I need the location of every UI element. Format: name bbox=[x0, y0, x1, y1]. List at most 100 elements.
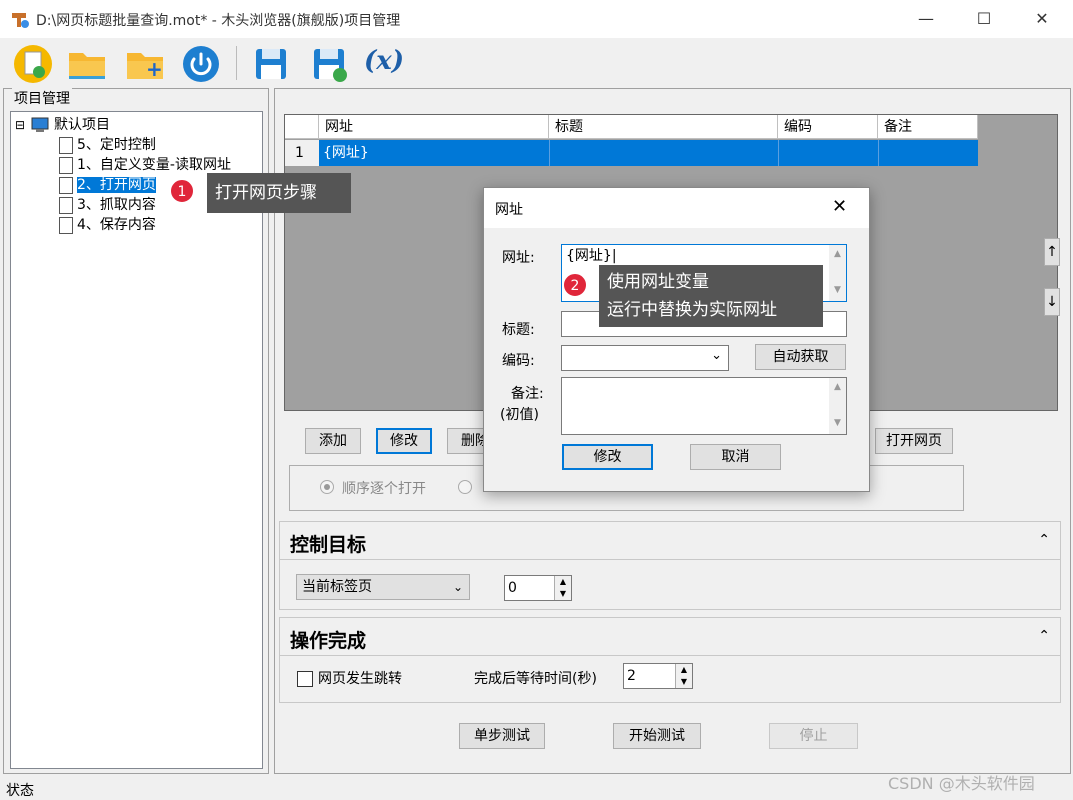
annotation-badge: 1 bbox=[170, 179, 194, 203]
modify-button[interactable]: 修改 bbox=[376, 428, 432, 454]
tree-item-label: 4、保存内容 bbox=[77, 217, 156, 233]
wait-time-spinner[interactable]: 2 ▲ ▼ bbox=[623, 663, 693, 689]
spin-down-icon[interactable]: ▼ bbox=[554, 588, 571, 600]
radio-sequential-label: 顺序逐个打开 bbox=[342, 481, 426, 497]
open-page-button[interactable]: 打开网页 bbox=[875, 428, 953, 454]
add-folder-icon[interactable]: + bbox=[124, 43, 166, 85]
dialog-modify-button[interactable]: 修改 bbox=[562, 444, 653, 470]
status-text: 状态 bbox=[6, 783, 34, 799]
dialog-title: 网址 bbox=[495, 202, 523, 218]
encoding-select[interactable]: ⌄ bbox=[561, 345, 729, 371]
new-file-icon[interactable] bbox=[12, 43, 54, 85]
collapse-chevron-icon[interactable]: ⌃ bbox=[1038, 628, 1050, 644]
document-icon bbox=[59, 216, 73, 234]
open-folder-icon[interactable] bbox=[66, 43, 108, 85]
collapse-chevron-icon[interactable]: ⌃ bbox=[1038, 532, 1050, 548]
note-label: 备注: bbox=[511, 386, 544, 402]
page-jump-checkbox[interactable] bbox=[297, 671, 313, 687]
tree-item-label: 3、抓取内容 bbox=[77, 197, 156, 213]
url-field-value: {网址}| bbox=[566, 248, 617, 264]
section-header[interactable]: 操作完成 ⌃ bbox=[280, 618, 1060, 656]
tree-item-label: 5、定时控制 bbox=[77, 137, 156, 153]
auto-fetch-button[interactable]: 自动获取 bbox=[755, 344, 846, 370]
start-test-button[interactable]: 开始测试 bbox=[613, 723, 701, 749]
table-row[interactable]: {网址} bbox=[319, 140, 978, 166]
section-title: 操作完成 bbox=[290, 630, 367, 652]
power-icon[interactable] bbox=[180, 43, 222, 85]
grid-header-title[interactable]: 标题 bbox=[549, 115, 778, 139]
move-down-button[interactable]: ↓ bbox=[1044, 288, 1060, 316]
document-icon bbox=[59, 136, 73, 154]
window-title: D:\网页标题批量查询.mot* - 木头浏览器(旗舰版)项目管理 bbox=[36, 13, 401, 29]
grid-line bbox=[549, 140, 550, 166]
url-label: 网址: bbox=[502, 250, 535, 266]
grid-corner bbox=[285, 115, 319, 139]
title-bar: D:\网页标题批量查询.mot* - 木头浏览器(旗舰版)项目管理 — ☐ ✕ bbox=[0, 0, 1073, 38]
encoding-label: 编码: bbox=[502, 353, 535, 369]
toolbar: + (x) bbox=[0, 38, 1073, 88]
section-header[interactable]: 控制目标 ⌃ bbox=[280, 522, 1060, 560]
grid-header-url[interactable]: 网址 bbox=[319, 115, 549, 139]
add-button[interactable]: 添加 bbox=[305, 428, 361, 454]
grid-line bbox=[878, 140, 879, 166]
tree-item[interactable]: 5、定时控制 bbox=[59, 135, 156, 155]
toolbar-separator bbox=[236, 46, 237, 80]
step-test-button[interactable]: 单步测试 bbox=[459, 723, 545, 749]
spin-down-icon[interactable]: ▼ bbox=[675, 676, 692, 688]
spin-up-icon[interactable]: ▲ bbox=[675, 664, 692, 676]
app-icon bbox=[12, 13, 29, 28]
tree-root[interactable]: ⊟ 默认项目 bbox=[15, 115, 110, 135]
minimize-button[interactable]: — bbox=[897, 0, 955, 38]
tab-select[interactable]: 当前标签页 ⌄ bbox=[296, 574, 470, 600]
radio-sequential[interactable] bbox=[320, 480, 334, 494]
scrollbar[interactable]: ▲ ▼ bbox=[829, 245, 846, 301]
annotation-tooltip: 打开网页步骤 bbox=[207, 173, 351, 213]
tree-item-label: 2、打开网页 bbox=[77, 177, 156, 193]
row-number: 1 bbox=[285, 140, 319, 166]
spin-up-icon[interactable]: ▲ bbox=[554, 576, 571, 588]
note-field[interactable]: ▲ ▼ bbox=[561, 377, 847, 435]
grid-header-note[interactable]: 备注 bbox=[878, 115, 978, 139]
control-target-section: 控制目标 ⌃ 当前标签页 ⌄ 0 ▲ ▼ bbox=[279, 521, 1061, 610]
collapse-icon[interactable]: ⊟ bbox=[15, 118, 25, 132]
dialog-close-icon[interactable]: ✕ bbox=[832, 196, 847, 217]
document-icon bbox=[59, 196, 73, 214]
page-jump-label: 网页发生跳转 bbox=[318, 671, 402, 687]
tree-item-label: 1、自定义变量-读取网址 bbox=[77, 157, 231, 173]
move-up-button[interactable]: ↑ bbox=[1044, 238, 1060, 266]
scrollbar[interactable]: ▲ ▼ bbox=[829, 378, 846, 434]
section-title: 控制目标 bbox=[290, 534, 367, 556]
save-as-icon[interactable] bbox=[308, 43, 350, 85]
annotation-tooltip-line: 运行中替换为实际网址 bbox=[607, 300, 777, 320]
svg-text:+: + bbox=[146, 57, 163, 81]
chevron-down-icon: ⌄ bbox=[452, 580, 463, 594]
tab-number-spinner[interactable]: 0 ▲ ▼ bbox=[504, 575, 572, 601]
tree-item[interactable]: 4、保存内容 bbox=[59, 215, 156, 235]
spinner-value: 2 bbox=[627, 668, 636, 684]
operation-done-section: 操作完成 ⌃ 网页发生跳转 完成后等待时间(秒) 2 ▲ ▼ bbox=[279, 617, 1061, 703]
radio-option[interactable] bbox=[458, 480, 472, 494]
title-label: 标题: bbox=[502, 322, 535, 338]
document-icon bbox=[59, 176, 73, 194]
tree-root-label: 默认项目 bbox=[53, 117, 110, 133]
tree-item-selected[interactable]: 2、打开网页 bbox=[59, 175, 156, 195]
wait-time-label: 完成后等待时间(秒) bbox=[474, 671, 597, 687]
cell-url[interactable]: {网址} bbox=[323, 145, 369, 161]
annotation-badge: 2 bbox=[563, 273, 587, 297]
watermark: CSDN @木头软件园 bbox=[888, 774, 1035, 793]
stop-button[interactable]: 停止 bbox=[769, 723, 858, 749]
save-icon[interactable] bbox=[250, 43, 292, 85]
variable-icon[interactable]: (x) bbox=[364, 46, 404, 76]
document-icon bbox=[59, 156, 73, 174]
dialog-cancel-button[interactable]: 取消 bbox=[690, 444, 781, 470]
chevron-down-icon: ⌄ bbox=[711, 348, 722, 363]
tree-item[interactable]: 3、抓取内容 bbox=[59, 195, 156, 215]
grid-header-encoding[interactable]: 编码 bbox=[778, 115, 878, 139]
spinner-value: 0 bbox=[508, 580, 517, 596]
dialog-title-bar: 网址 ✕ bbox=[484, 188, 869, 228]
maximize-button[interactable]: ☐ bbox=[955, 0, 1013, 38]
close-button[interactable]: ✕ bbox=[1013, 0, 1071, 38]
tab-select-value: 当前标签页 bbox=[302, 579, 372, 595]
tree-item[interactable]: 1、自定义变量-读取网址 bbox=[59, 155, 231, 175]
annotation-tooltip-line: 使用网址变量 bbox=[607, 272, 709, 292]
